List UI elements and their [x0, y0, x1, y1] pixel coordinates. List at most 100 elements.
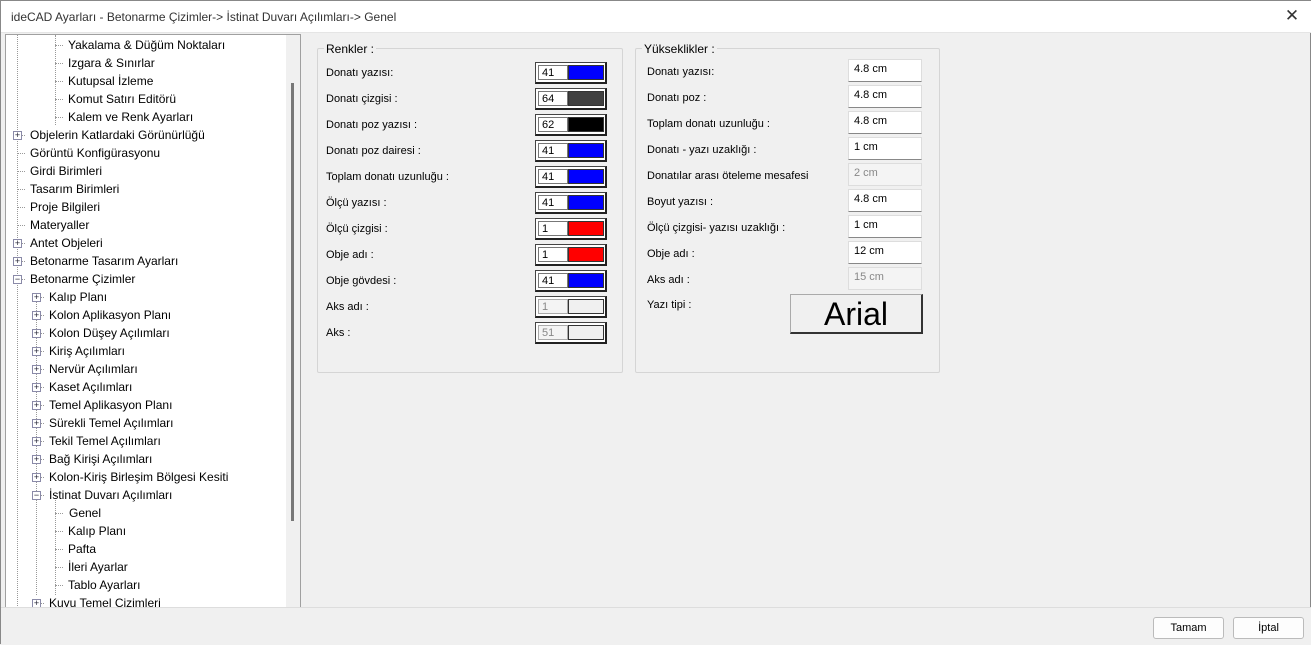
color-label: Ölçü yazısı :: [326, 197, 387, 209]
color-picker: 1: [535, 296, 607, 318]
color-picker[interactable]: 41: [535, 62, 607, 84]
tree-item[interactable]: Objelerin Katlardaki Görünürlüğü: [30, 126, 205, 144]
color-picker[interactable]: 64: [535, 88, 607, 110]
expand-icon[interactable]: +: [32, 347, 41, 356]
height-input[interactable]: 4.8 cm: [848, 189, 922, 212]
tree-line: [17, 35, 18, 607]
tree-item[interactable]: Proje Bilgileri: [30, 198, 100, 216]
height-input[interactable]: 4.8 cm: [848, 85, 922, 108]
expand-icon[interactable]: +: [32, 329, 41, 338]
color-picker[interactable]: 41: [535, 140, 607, 162]
expand-icon[interactable]: +: [13, 131, 22, 140]
color-index: 41: [538, 195, 568, 210]
tree-item[interactable]: Antet Objeleri: [30, 234, 103, 252]
color-label: Aks adı :: [326, 301, 369, 313]
tree-item[interactable]: Kiriş Açılımları: [49, 342, 125, 360]
ok-button[interactable]: Tamam: [1153, 617, 1224, 639]
tree-item[interactable]: Izgara & Sınırlar: [68, 54, 155, 72]
tree-scrollbar[interactable]: [286, 35, 300, 607]
height-input[interactable]: 4.8 cm: [848, 59, 922, 82]
color-swatch: [568, 221, 604, 236]
tree-line: [55, 495, 56, 595]
tree-item-label: Proje Bilgileri: [30, 200, 101, 214]
collapse-icon[interactable]: −: [32, 491, 41, 500]
tree-item-label: Kolon Aplikasyon Planı: [49, 308, 172, 322]
tree-item[interactable]: Bağ Kirişi Açılımları: [49, 450, 152, 468]
window-title: ideCAD Ayarları - Betonarme Çizimler-> İ…: [11, 10, 397, 24]
height-label: Ölçü çizgisi- yazısı uzaklığı :: [647, 222, 786, 234]
tree-item[interactable]: Tekil Temel Açılımları: [49, 432, 161, 450]
tree-item[interactable]: İstinat Duvarı Açılımları: [49, 486, 172, 504]
tree-item[interactable]: Betonarme Tasarım Ayarları: [30, 252, 178, 270]
color-index: 64: [538, 91, 568, 106]
height-input[interactable]: 1 cm: [848, 137, 922, 160]
tree-item[interactable]: Tablo Ayarları: [68, 576, 141, 594]
color-picker[interactable]: 41: [535, 270, 607, 292]
color-label: Donatı poz dairesi :: [326, 145, 421, 157]
color-picker[interactable]: 1: [535, 244, 607, 266]
tree-line: [55, 35, 56, 125]
tree-item[interactable]: Tasarım Birimleri: [30, 180, 119, 198]
tree-item[interactable]: Materyaller: [30, 216, 89, 234]
tree-item[interactable]: Genel: [68, 504, 102, 522]
font-button[interactable]: Arial: [790, 294, 923, 334]
tree-item[interactable]: Sürekli Temel Açılımları: [49, 414, 173, 432]
tree-item[interactable]: Görüntü Konfigürasyonu: [30, 144, 160, 162]
tree-item[interactable]: Kaset Açılımları: [49, 378, 132, 396]
height-label: Aks adı :: [647, 274, 690, 286]
expand-icon[interactable]: +: [32, 455, 41, 464]
tree-item[interactable]: İleri Ayarlar: [68, 558, 128, 576]
tree-item[interactable]: Kutupsal İzleme: [68, 72, 153, 90]
height-input[interactable]: 12 cm: [848, 241, 922, 264]
close-icon[interactable]: ✕: [1282, 6, 1302, 26]
tree-item[interactable]: Kalıp Planı: [49, 288, 107, 306]
tree-item[interactable]: Kalem ve Renk Ayarları: [68, 108, 193, 126]
expand-icon[interactable]: +: [32, 437, 41, 446]
tree-item[interactable]: Temel Aplikasyon Planı: [49, 396, 172, 414]
expand-icon[interactable]: +: [32, 383, 41, 392]
tree-item[interactable]: Yakalama & Düğüm Noktaları: [68, 36, 225, 54]
tree-connector: [55, 531, 63, 532]
tree-item-label: Kalıp Planı: [68, 524, 127, 538]
collapse-icon[interactable]: −: [13, 275, 22, 284]
scrollbar-thumb[interactable]: [291, 83, 294, 521]
tree-item[interactable]: Betonarme Çizimler: [30, 270, 135, 288]
tree-item[interactable]: Nervür Açılımları: [49, 360, 138, 378]
color-picker[interactable]: 41: [535, 166, 607, 188]
expand-icon[interactable]: +: [13, 257, 22, 266]
tree-item[interactable]: Pafta: [68, 540, 96, 558]
tree-item[interactable]: Kolon Aplikasyon Planı: [49, 306, 171, 324]
cancel-button[interactable]: İptal: [1233, 617, 1304, 639]
color-label: Aks :: [326, 327, 351, 339]
tree-connector: [55, 567, 63, 568]
tree-item[interactable]: Kolon Düşey Açılımları: [49, 324, 170, 342]
height-input[interactable]: 4.8 cm: [848, 111, 922, 134]
expand-icon[interactable]: +: [32, 419, 41, 428]
tree-connector: [55, 81, 63, 82]
expand-icon[interactable]: +: [13, 239, 22, 248]
expand-icon[interactable]: +: [32, 365, 41, 374]
settings-tree[interactable]: Yakalama & Düğüm Noktaları Izgara & Sınır…: [5, 34, 301, 608]
color-picker[interactable]: 1: [535, 218, 607, 240]
expand-icon[interactable]: +: [32, 401, 41, 410]
height-label: Boyut yazısı :: [647, 196, 714, 208]
tree-item-label: Izgara & Sınırlar: [68, 56, 155, 70]
color-picker[interactable]: 62: [535, 114, 607, 136]
tree-item[interactable]: Komut Satırı Editörü: [68, 90, 176, 108]
expand-icon[interactable]: +: [32, 311, 41, 320]
expand-icon[interactable]: +: [32, 473, 41, 482]
tree-item-label: Görüntü Konfigürasyonu: [30, 146, 161, 160]
tree-item[interactable]: Kuyu Temel Çizimleri: [49, 594, 161, 607]
tree-item[interactable]: Girdi Birimleri: [30, 162, 102, 180]
tree-item-label: Pafta: [68, 542, 97, 556]
expand-icon[interactable]: +: [32, 293, 41, 302]
tree-item[interactable]: Kalıp Planı: [68, 522, 126, 540]
tree-connector: [55, 99, 63, 100]
tree-connector: [55, 513, 63, 514]
height-input[interactable]: 1 cm: [848, 215, 922, 238]
tree-item-label: Bağ Kirişi Açılımları: [49, 452, 153, 466]
tree-connector: [55, 45, 63, 46]
tree-item[interactable]: Kolon-Kiriş Birleşim Bölgesi Kesiti: [49, 468, 228, 486]
color-index: 51: [538, 325, 568, 340]
color-picker[interactable]: 41: [535, 192, 607, 214]
